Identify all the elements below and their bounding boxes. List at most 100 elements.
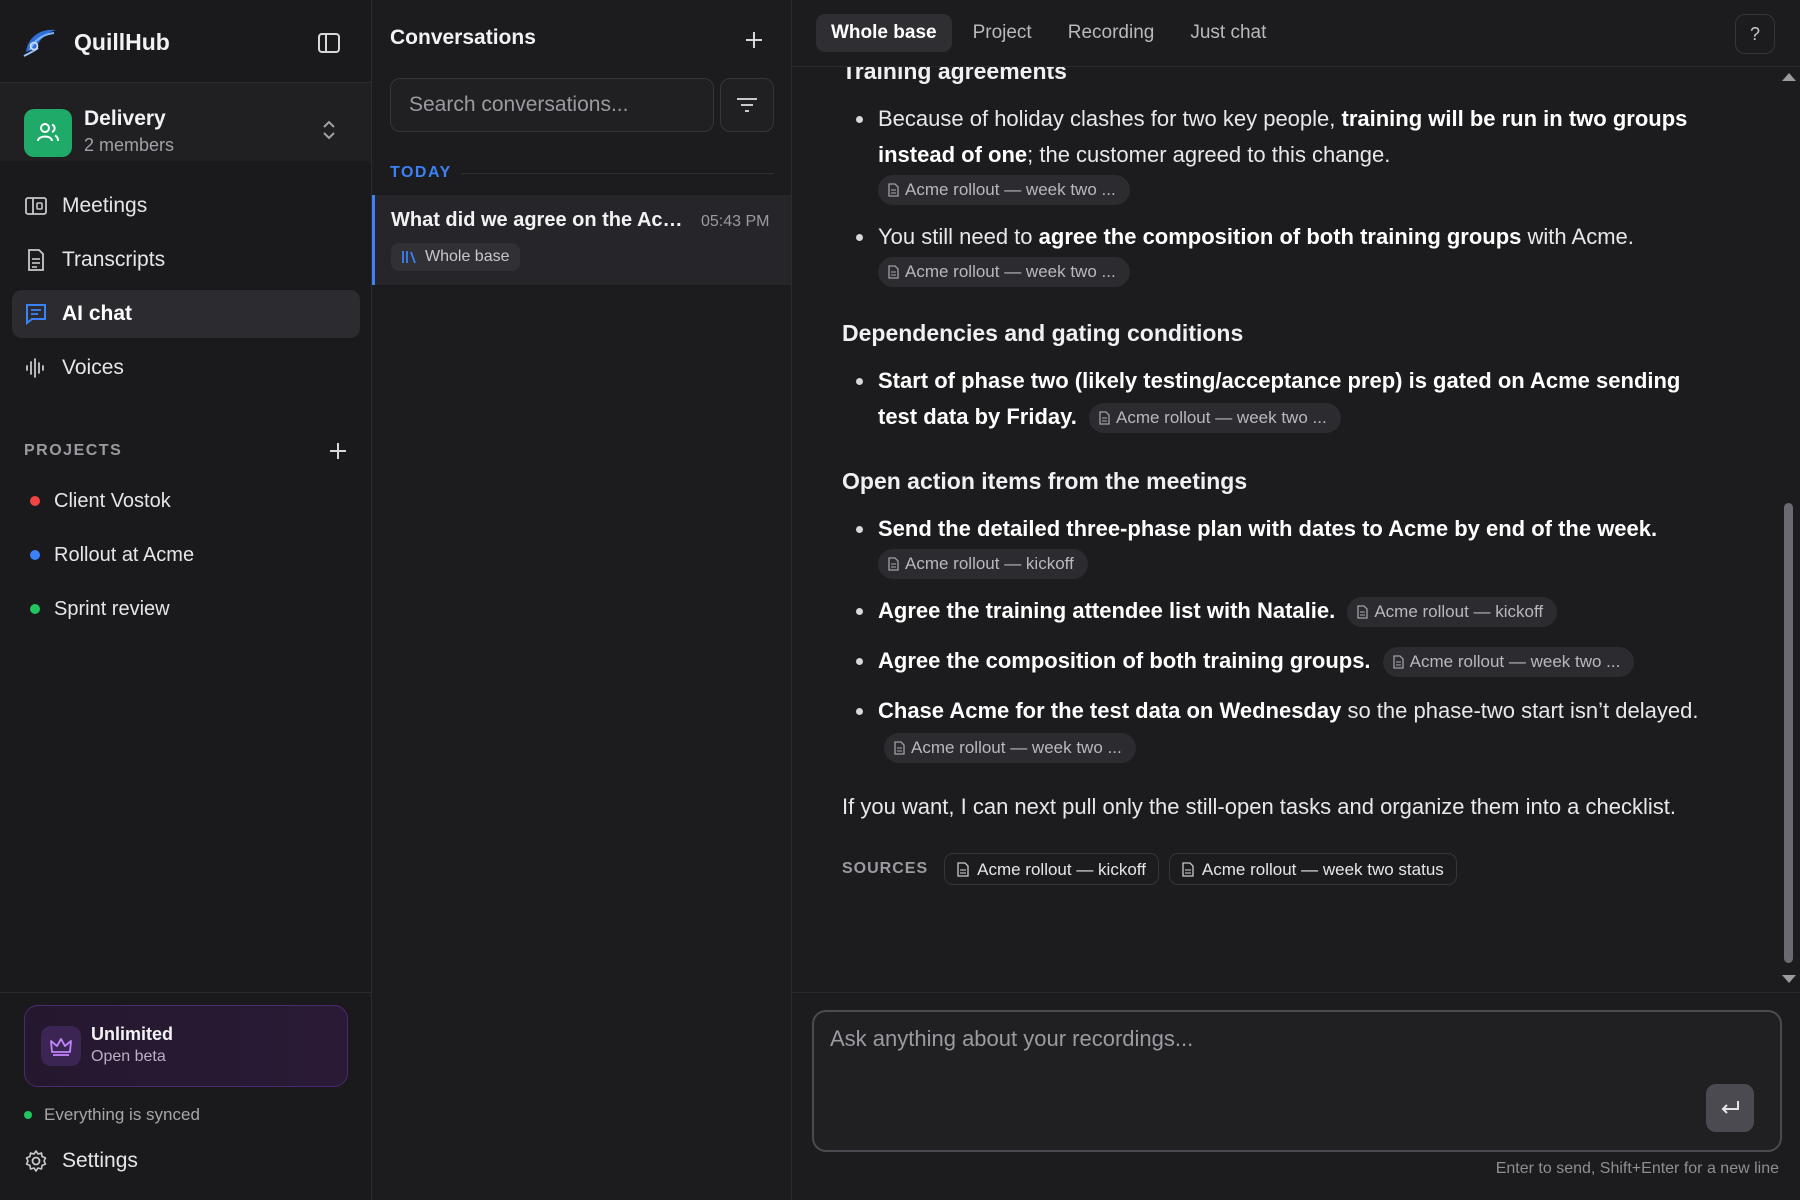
workspace-members: 2 members bbox=[84, 135, 175, 155]
search-input[interactable] bbox=[391, 79, 713, 131]
conversations-panel: Conversations TODAY What did we agree on… bbox=[372, 0, 792, 1200]
text: You still need to bbox=[878, 224, 1039, 249]
tab-just-chat[interactable]: Just chat bbox=[1175, 14, 1281, 52]
citation-chip[interactable]: Acme rollout — week two ... bbox=[1089, 403, 1341, 434]
workspace-avatar bbox=[24, 109, 72, 157]
main-nav: Meetings Transcripts AI chat Voices bbox=[12, 182, 360, 398]
scroll-down-arrow-icon[interactable] bbox=[1782, 975, 1796, 983]
message-input[interactable] bbox=[830, 1026, 1690, 1126]
conversation-title: What did we agree on the Acme rollout? bbox=[391, 209, 691, 231]
list-item: Start of phase two (likely testing/accep… bbox=[842, 363, 1722, 435]
brand[interactable]: QuillHub bbox=[20, 22, 170, 62]
scrollbar-thumb[interactable] bbox=[1784, 503, 1793, 963]
document-icon bbox=[24, 248, 48, 272]
source-label: Acme rollout — week two status bbox=[1201, 859, 1444, 879]
bullet-list: Start of phase two (likely testing/accep… bbox=[842, 363, 1722, 435]
closing-paragraph: If you want, I can next pull only the st… bbox=[842, 794, 1677, 819]
project-color-dot bbox=[30, 496, 40, 506]
plan-title: Unlimited bbox=[91, 1024, 174, 1044]
conversation-time: 05:43 PM bbox=[701, 213, 770, 230]
citation-label: Acme rollout — week two ... bbox=[905, 262, 1116, 281]
filter-button[interactable] bbox=[720, 78, 774, 132]
citation-chip[interactable]: Acme rollout — week two ... bbox=[878, 257, 1130, 287]
settings-button[interactable]: Settings bbox=[24, 1141, 138, 1181]
bold-text: Agree the composition of both training g… bbox=[878, 648, 1371, 673]
chat-icon bbox=[24, 302, 48, 326]
source-chip[interactable]: Acme rollout — kickoff bbox=[944, 853, 1159, 885]
filter-icon bbox=[737, 98, 757, 112]
add-project-button[interactable] bbox=[324, 437, 352, 465]
assistant-message: Training agreements Because of holiday c… bbox=[842, 67, 1722, 887]
plus-icon bbox=[746, 32, 762, 48]
tab-recording[interactable]: Recording bbox=[1053, 14, 1170, 52]
list-item: Agree the composition of both training g… bbox=[842, 643, 1722, 679]
collapse-sidebar-button[interactable] bbox=[312, 28, 346, 58]
gear-icon bbox=[25, 1150, 47, 1172]
audio-wave-icon bbox=[24, 356, 48, 380]
project-item[interactable]: Sprint review bbox=[24, 586, 354, 632]
scroll-up-arrow-icon[interactable] bbox=[1782, 73, 1796, 81]
nav-label: AI chat bbox=[62, 302, 133, 325]
text: Because of holiday clashes for two key p… bbox=[878, 106, 1342, 131]
citation-chip[interactable]: Acme rollout — week two ... bbox=[884, 733, 1136, 764]
search-box bbox=[390, 78, 714, 132]
nav-item-meetings[interactable]: Meetings bbox=[12, 182, 360, 230]
app-name: QuillHub bbox=[74, 28, 170, 55]
plan-card[interactable]: Unlimited Open beta bbox=[24, 1005, 348, 1087]
new-conversation-button[interactable] bbox=[738, 24, 770, 56]
citation-chip[interactable]: Acme rollout — week two ... bbox=[1382, 647, 1635, 678]
source-label: Acme rollout — kickoff bbox=[977, 859, 1146, 879]
meetings-icon bbox=[24, 194, 48, 218]
citation-chip[interactable]: Acme rollout — week two ... bbox=[878, 175, 1130, 205]
conversations-title: Conversations bbox=[390, 26, 536, 49]
nav-item-ai-chat[interactable]: AI chat bbox=[12, 290, 360, 338]
workspace-switcher[interactable]: Delivery 2 members bbox=[0, 83, 371, 161]
file-icon bbox=[1357, 605, 1368, 619]
project-name: Sprint review bbox=[54, 597, 170, 620]
tab-project[interactable]: Project bbox=[958, 14, 1047, 52]
scope-label: Whole base bbox=[425, 248, 510, 265]
project-item[interactable]: Client Vostok bbox=[24, 478, 354, 524]
sources-row: SOURCES Acme rollout — kickoff Acme roll… bbox=[842, 851, 1722, 887]
plus-icon bbox=[330, 443, 346, 459]
sync-dot-icon bbox=[24, 1111, 32, 1119]
citation-chip[interactable]: Acme rollout — kickoff bbox=[1347, 597, 1558, 628]
file-icon bbox=[957, 861, 969, 877]
group-label-today: TODAY bbox=[390, 164, 452, 181]
nav-item-transcripts[interactable]: Transcripts bbox=[12, 236, 360, 284]
project-name: Rollout at Acme bbox=[54, 543, 195, 566]
chat-main: Whole base Project Recording Just chat ?… bbox=[792, 0, 1800, 1200]
message-scroll-area[interactable]: Training agreements Because of holiday c… bbox=[792, 67, 1776, 992]
citation-chip[interactable]: Acme rollout — kickoff bbox=[878, 549, 1088, 579]
sidebar-toggle-icon bbox=[318, 33, 340, 53]
file-icon bbox=[888, 265, 899, 279]
file-icon bbox=[1099, 411, 1110, 425]
sidebar-footer: Unlimited Open beta Everything is synced… bbox=[0, 992, 371, 1200]
sidebar: QuillHub Delivery 2 members Meetings Tra… bbox=[0, 0, 372, 1200]
conversation-item[interactable]: What did we agree on the Acme rollout? 0… bbox=[372, 195, 791, 285]
tab-whole-base[interactable]: Whole base bbox=[816, 14, 952, 52]
source-chip[interactable]: Acme rollout — week two status bbox=[1168, 853, 1457, 885]
sources-label: SOURCES bbox=[842, 860, 929, 877]
bold-text: Agree the training attendee list with Na… bbox=[878, 598, 1336, 623]
enter-icon bbox=[1721, 1101, 1739, 1114]
nav-item-voices[interactable]: Voices bbox=[12, 344, 360, 392]
bold-text: Chase Acme for the test data on Wednesda… bbox=[878, 698, 1342, 723]
sync-status: Everything is synced bbox=[24, 1105, 200, 1125]
help-button[interactable]: ? bbox=[1735, 14, 1775, 54]
project-name: Client Vostok bbox=[54, 489, 171, 512]
settings-label: Settings bbox=[62, 1149, 138, 1172]
chevron-up-down-icon bbox=[323, 120, 335, 140]
nav-label: Voices bbox=[62, 356, 124, 379]
bullet-list: Send the detailed three-phase plan with … bbox=[842, 511, 1722, 765]
divider bbox=[462, 173, 774, 174]
divider bbox=[792, 992, 1800, 993]
scrollbar[interactable] bbox=[1776, 67, 1800, 992]
citation-label: Acme rollout — week two ... bbox=[905, 180, 1116, 199]
section-heading: Dependencies and gating conditions bbox=[842, 320, 1244, 346]
workspace-name: Delivery bbox=[84, 107, 166, 130]
send-button[interactable] bbox=[1706, 1084, 1754, 1132]
projects-list: Client Vostok Rollout at Acme Sprint rev… bbox=[24, 478, 354, 640]
project-item[interactable]: Rollout at Acme bbox=[24, 532, 354, 578]
list-item: Agree the training attendee list with Na… bbox=[842, 593, 1722, 629]
